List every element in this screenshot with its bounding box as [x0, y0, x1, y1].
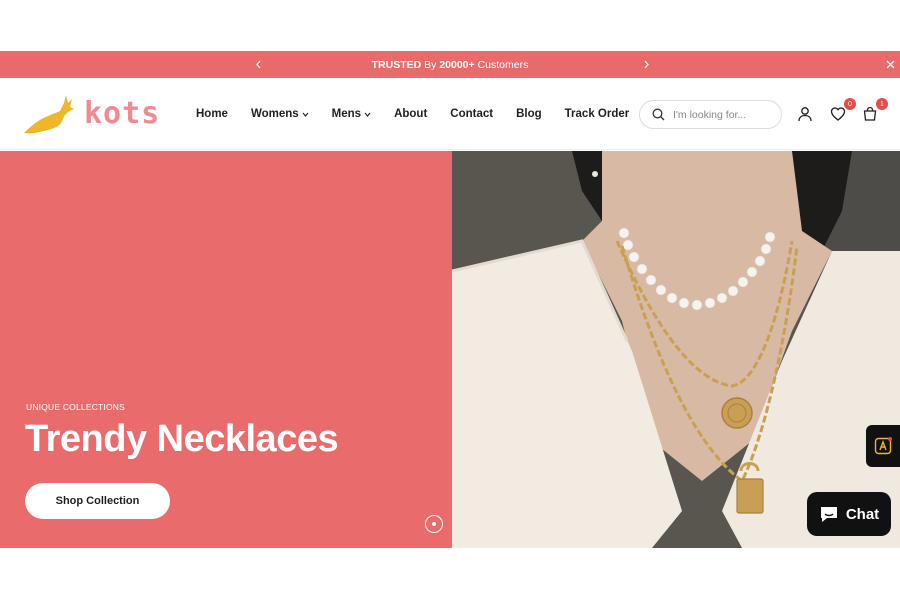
announcement-middle: By	[421, 58, 440, 71]
heart-icon	[830, 107, 846, 121]
nav-item-track-order[interactable]: Track Order	[565, 108, 630, 120]
slide-indicator-dot[interactable]	[425, 515, 443, 533]
cart-count-badge: 1	[876, 98, 888, 110]
nav-item-womens[interactable]: Womens	[251, 108, 309, 120]
nav-item-blog[interactable]: Blog	[516, 108, 542, 120]
nav-item-label: Womens	[250, 108, 299, 120]
announcement-next-button[interactable]	[636, 51, 656, 78]
search-box[interactable]	[639, 100, 782, 129]
announcement-prefix: TRUSTED	[371, 58, 422, 71]
close-icon	[886, 60, 894, 69]
shop-collection-button[interactable]: Shop Collection	[25, 483, 170, 519]
model-necklace-illustration	[452, 151, 900, 548]
cart-icon	[863, 106, 877, 121]
hero-image-necklace	[452, 151, 900, 548]
nav-item-label: Contact	[450, 108, 494, 120]
deer-logo-icon	[24, 95, 74, 134]
announcement-suffix: Customers	[474, 58, 529, 71]
chevron-left-icon	[255, 60, 260, 69]
accessibility-widget-button[interactable]	[866, 425, 900, 467]
site-header: kots Home Womens Mens About Contact Blog…	[0, 78, 900, 150]
slide-indicator-dot-fill	[432, 522, 436, 526]
accessibility-icon	[874, 437, 892, 455]
nav-item-about[interactable]: About	[394, 108, 427, 120]
search-input[interactable]	[673, 108, 773, 121]
brand-logo[interactable]: kots	[22, 88, 162, 138]
wishlist-count-badge: 0	[844, 98, 856, 110]
announcement-prev-button[interactable]	[248, 51, 268, 78]
nav-item-mens[interactable]: Mens	[332, 108, 371, 120]
chat-button[interactable]: Chat	[807, 492, 891, 536]
hero-title: Trendy Necklaces	[25, 418, 339, 460]
search-icon	[652, 108, 665, 121]
nav-item-label: Track Order	[564, 108, 630, 120]
hero-eyebrow: UNIQUE COLLECTIONS	[26, 402, 126, 412]
chevron-right-icon	[644, 60, 649, 69]
brand-name: kots	[84, 95, 161, 131]
nav-item-label: Mens	[331, 108, 362, 120]
account-button[interactable]	[797, 106, 815, 124]
announcement-count: 20000+	[439, 58, 475, 71]
cart-button[interactable]: 1	[862, 98, 888, 124]
announcement-bar: TRUSTED By 20000+ Customers	[0, 51, 900, 78]
nav-item-contact[interactable]: Contact	[450, 108, 493, 120]
nav-item-label: Home	[196, 108, 228, 120]
user-icon	[798, 107, 812, 122]
chevron-down-icon	[302, 112, 309, 117]
nav-item-label: About	[394, 108, 428, 120]
hero-text-panel: UNIQUE COLLECTIONS Trendy Necklaces Shop…	[0, 151, 452, 548]
chat-label: Chat	[845, 505, 880, 523]
hero-banner: UNIQUE COLLECTIONS Trendy Necklaces Shop…	[0, 151, 900, 548]
nav-item-home[interactable]: Home	[196, 108, 228, 120]
announcement-close-button[interactable]	[880, 51, 900, 78]
chat-bubble-icon	[820, 507, 837, 522]
nav-item-label: Blog	[516, 108, 542, 120]
chevron-down-icon	[364, 112, 371, 117]
wishlist-button[interactable]: 0	[830, 98, 856, 124]
announcement-text: TRUSTED By 20000+ Customers	[372, 59, 529, 71]
main-nav: Home Womens Mens About Contact Blog Trac…	[196, 78, 652, 150]
